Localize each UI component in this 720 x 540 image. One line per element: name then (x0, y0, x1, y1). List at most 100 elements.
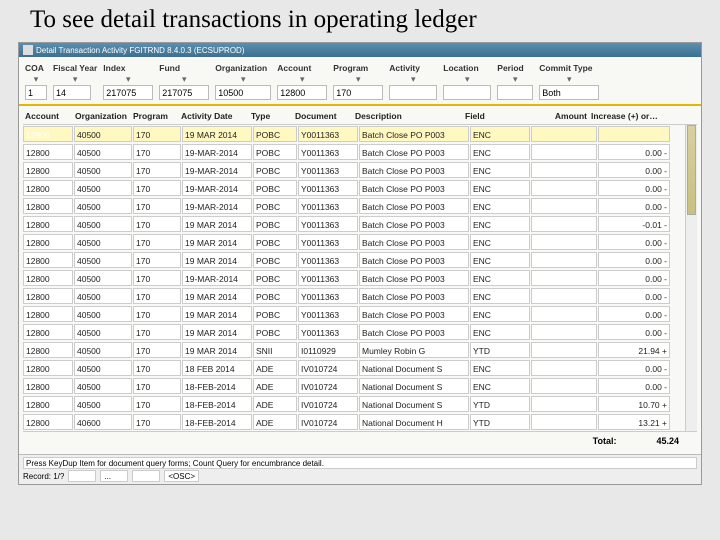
table-row[interactable]: 128004050017018 FEB 2014ADEIV010724Natio… (23, 359, 697, 377)
cell[interactable]: IV010724 (298, 396, 358, 412)
cell[interactable]: Y0011363 (298, 306, 358, 322)
cell[interactable]: 19-MAR-2014 (182, 198, 252, 214)
cell[interactable]: ENC (470, 198, 530, 214)
cell[interactable]: 0.00 - (598, 270, 670, 286)
cell[interactable]: POBC (253, 234, 297, 250)
cell[interactable]: 40600 (74, 414, 132, 430)
cell[interactable]: 0.00 - (598, 378, 670, 394)
filter-dropdown-icon[interactable]: ▾ (497, 74, 533, 84)
cell[interactable]: 40500 (74, 270, 132, 286)
cell[interactable]: 0.00 - (598, 180, 670, 196)
table-row[interactable]: 128004050017018-FEB-2014ADEIV010724Natio… (23, 377, 697, 395)
scrollbar-thumb[interactable] (687, 125, 696, 215)
cell[interactable]: 170 (133, 126, 181, 142)
cell[interactable]: Batch Close PO P003 (359, 162, 469, 178)
cell[interactable]: Batch Close PO P003 (359, 198, 469, 214)
cell[interactable]: 40500 (74, 378, 132, 394)
cell[interactable]: 170 (133, 216, 181, 232)
cell[interactable]: 40500 (74, 252, 132, 268)
cell[interactable]: ADE (253, 378, 297, 394)
cell[interactable]: POBC (253, 324, 297, 340)
cell[interactable]: ENC (470, 360, 530, 376)
cell[interactable]: 0.00 - (598, 288, 670, 304)
cell[interactable]: 12800 (23, 378, 73, 394)
cell[interactable]: Y0011363 (298, 324, 358, 340)
filter-dropdown-icon[interactable]: ▾ (443, 74, 491, 84)
filter-dropdown-icon[interactable]: ▾ (389, 74, 437, 84)
cell[interactable]: 12800 (23, 180, 73, 196)
cell[interactable]: Mumley Robin G (359, 342, 469, 358)
filter-input-org[interactable] (215, 85, 271, 100)
cell[interactable]: 19 MAR 2014 (182, 306, 252, 322)
grid-body[interactable]: 128004050017019 MAR 2014POBCY0011363Batc… (23, 125, 697, 431)
cell[interactable]: Batch Close PO P003 (359, 180, 469, 196)
filter-dropdown-icon[interactable]: ▾ (333, 74, 383, 84)
filter-input-period[interactable] (497, 85, 533, 100)
cell[interactable]: YTD (470, 342, 530, 358)
cell[interactable]: 0.00 - (598, 252, 670, 268)
cell[interactable] (531, 162, 597, 178)
cell[interactable] (531, 378, 597, 394)
cell[interactable]: 170 (133, 162, 181, 178)
cell[interactable]: YTD (470, 396, 530, 412)
cell[interactable]: 170 (133, 252, 181, 268)
table-row[interactable]: 128004050017019 MAR 2014POBCY0011363Batc… (23, 233, 697, 251)
cell[interactable]: 12800 (23, 414, 73, 430)
cell[interactable]: Y0011363 (298, 234, 358, 250)
filter-input-prog[interactable] (333, 85, 383, 100)
cell[interactable]: 19-MAR-2014 (182, 162, 252, 178)
table-row[interactable]: 128004050017019 MAR 2014POBCY0011363Batc… (23, 323, 697, 341)
cell[interactable]: IV010724 (298, 414, 358, 430)
cell[interactable]: 40500 (74, 144, 132, 160)
cell[interactable]: 19 MAR 2014 (182, 216, 252, 232)
cell[interactable]: 12800 (23, 144, 73, 160)
cell[interactable]: 12800 (23, 396, 73, 412)
cell[interactable]: 40500 (74, 162, 132, 178)
cell[interactable] (531, 396, 597, 412)
cell[interactable]: 19 MAR 2014 (182, 342, 252, 358)
table-row[interactable]: 128004050017018-FEB-2014ADEIV010724Natio… (23, 395, 697, 413)
cell[interactable]: 18-FEB-2014 (182, 378, 252, 394)
filter-input-index[interactable] (103, 85, 153, 100)
cell[interactable]: Y0011363 (298, 288, 358, 304)
cell[interactable]: SNII (253, 342, 297, 358)
cell[interactable]: 12800 (23, 216, 73, 232)
cell[interactable] (531, 252, 597, 268)
cell[interactable]: POBC (253, 180, 297, 196)
cell[interactable]: 10.70 + (598, 396, 670, 412)
cell[interactable] (531, 270, 597, 286)
cell[interactable]: Batch Close PO P003 (359, 306, 469, 322)
cell[interactable]: Y0011363 (298, 270, 358, 286)
cell[interactable]: ENC (470, 234, 530, 250)
filter-dropdown-icon[interactable]: ▾ (215, 74, 271, 84)
cell[interactable]: ENC (470, 306, 530, 322)
cell[interactable]: 170 (133, 306, 181, 322)
cell[interactable]: 40500 (74, 216, 132, 232)
cell[interactable]: National Document S (359, 378, 469, 394)
filter-input-coa[interactable] (25, 85, 47, 100)
cell[interactable]: 170 (133, 342, 181, 358)
table-row[interactable]: 128004050017019-MAR-2014POBCY0011363Batc… (23, 179, 697, 197)
cell[interactable] (531, 234, 597, 250)
cell[interactable]: I0110929 (298, 342, 358, 358)
cell[interactable]: 19-MAR-2014 (182, 270, 252, 286)
cell[interactable]: Y0011363 (298, 198, 358, 214)
cell[interactable]: 170 (133, 360, 181, 376)
cell[interactable]: Y0011363 (298, 252, 358, 268)
cell[interactable]: -0.01 - (598, 216, 670, 232)
cell[interactable]: 19 MAR 2014 (182, 126, 252, 142)
filter-input-commit[interactable] (539, 85, 599, 100)
cell[interactable]: Y0011363 (298, 180, 358, 196)
cell[interactable]: 12800 (23, 198, 73, 214)
cell[interactable]: POBC (253, 288, 297, 304)
cell[interactable]: Y0011363 (298, 144, 358, 160)
cell[interactable] (531, 342, 597, 358)
cell[interactable] (598, 126, 670, 142)
table-row[interactable]: 128004050017019-MAR-2014POBCY0011363Batc… (23, 197, 697, 215)
filter-input-actv[interactable] (389, 85, 437, 100)
cell[interactable] (531, 144, 597, 160)
cell[interactable]: POBC (253, 144, 297, 160)
cell[interactable]: 170 (133, 234, 181, 250)
cell[interactable]: IV010724 (298, 378, 358, 394)
cell[interactable]: 19 MAR 2014 (182, 324, 252, 340)
